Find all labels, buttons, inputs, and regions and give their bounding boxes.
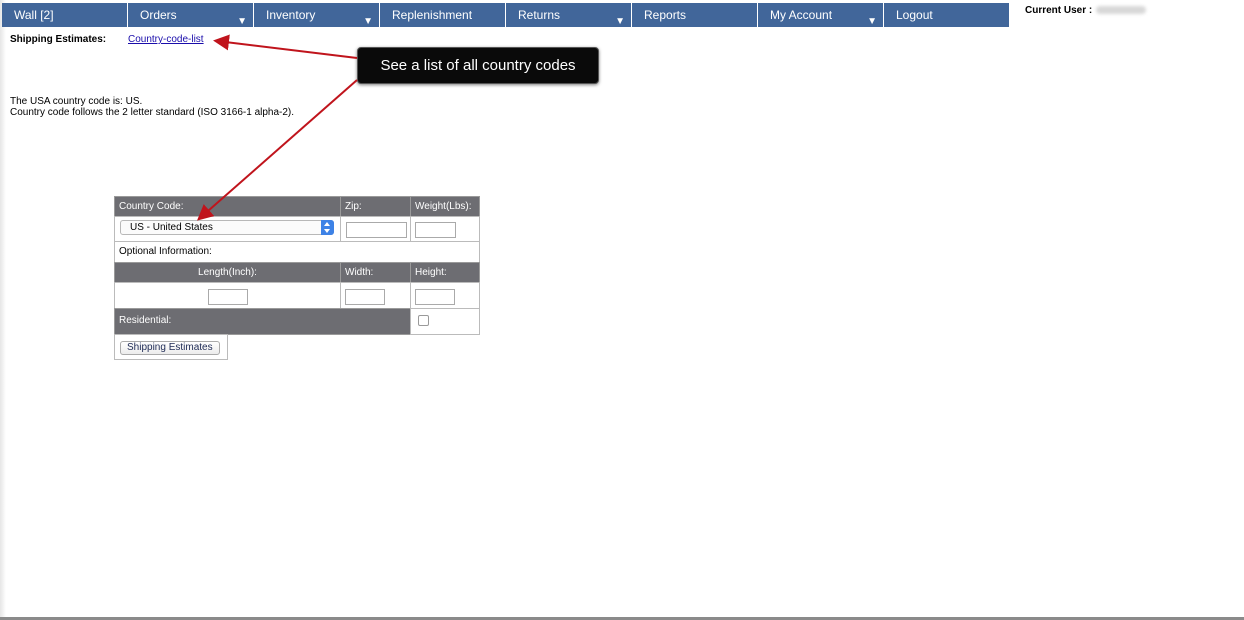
arrow-to-link: [213, 34, 358, 59]
annotation-arrows: [196, 34, 358, 221]
arrow-to-country-select: [196, 79, 358, 221]
